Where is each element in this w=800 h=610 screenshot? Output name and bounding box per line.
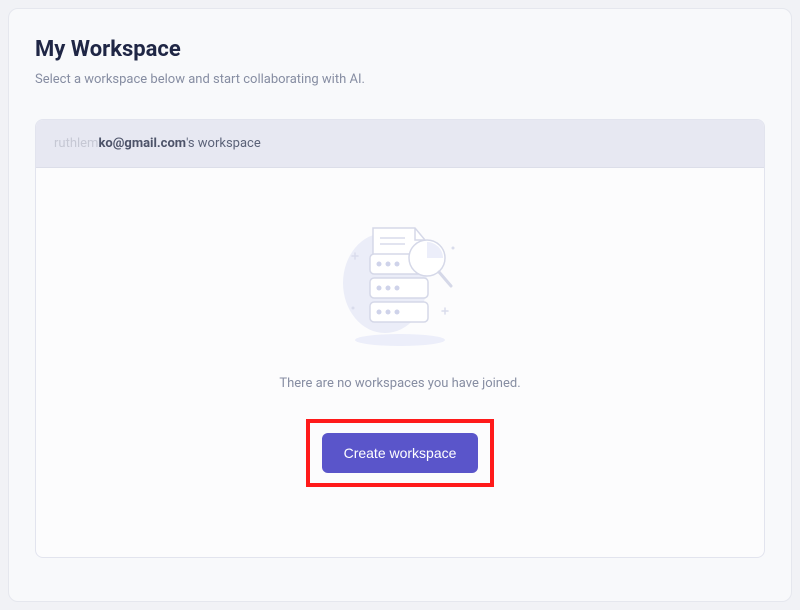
page-subtitle: Select a workspace below and start colla… [35,72,765,87]
owner-email-bold: ko@gmail.com [98,136,186,151]
empty-workspace-illustration-icon [325,218,475,348]
workspace-owner-header: ruthlemko@gmail.com's workspace [36,120,764,168]
page-title: My Workspace [35,37,765,62]
owner-suffix: 's workspace [186,136,261,151]
workspace-panel: ruthlemko@gmail.com's workspace [35,119,765,558]
tutorial-highlight-box: Create workspace [306,419,495,487]
empty-state: There are no workspaces you have joined.… [36,168,764,557]
empty-state-message: There are no workspaces you have joined. [279,376,520,391]
create-workspace-button[interactable]: Create workspace [322,433,479,473]
owner-email-faded: ruthlem [54,136,98,151]
workspace-page: My Workspace Select a workspace below an… [8,8,792,602]
